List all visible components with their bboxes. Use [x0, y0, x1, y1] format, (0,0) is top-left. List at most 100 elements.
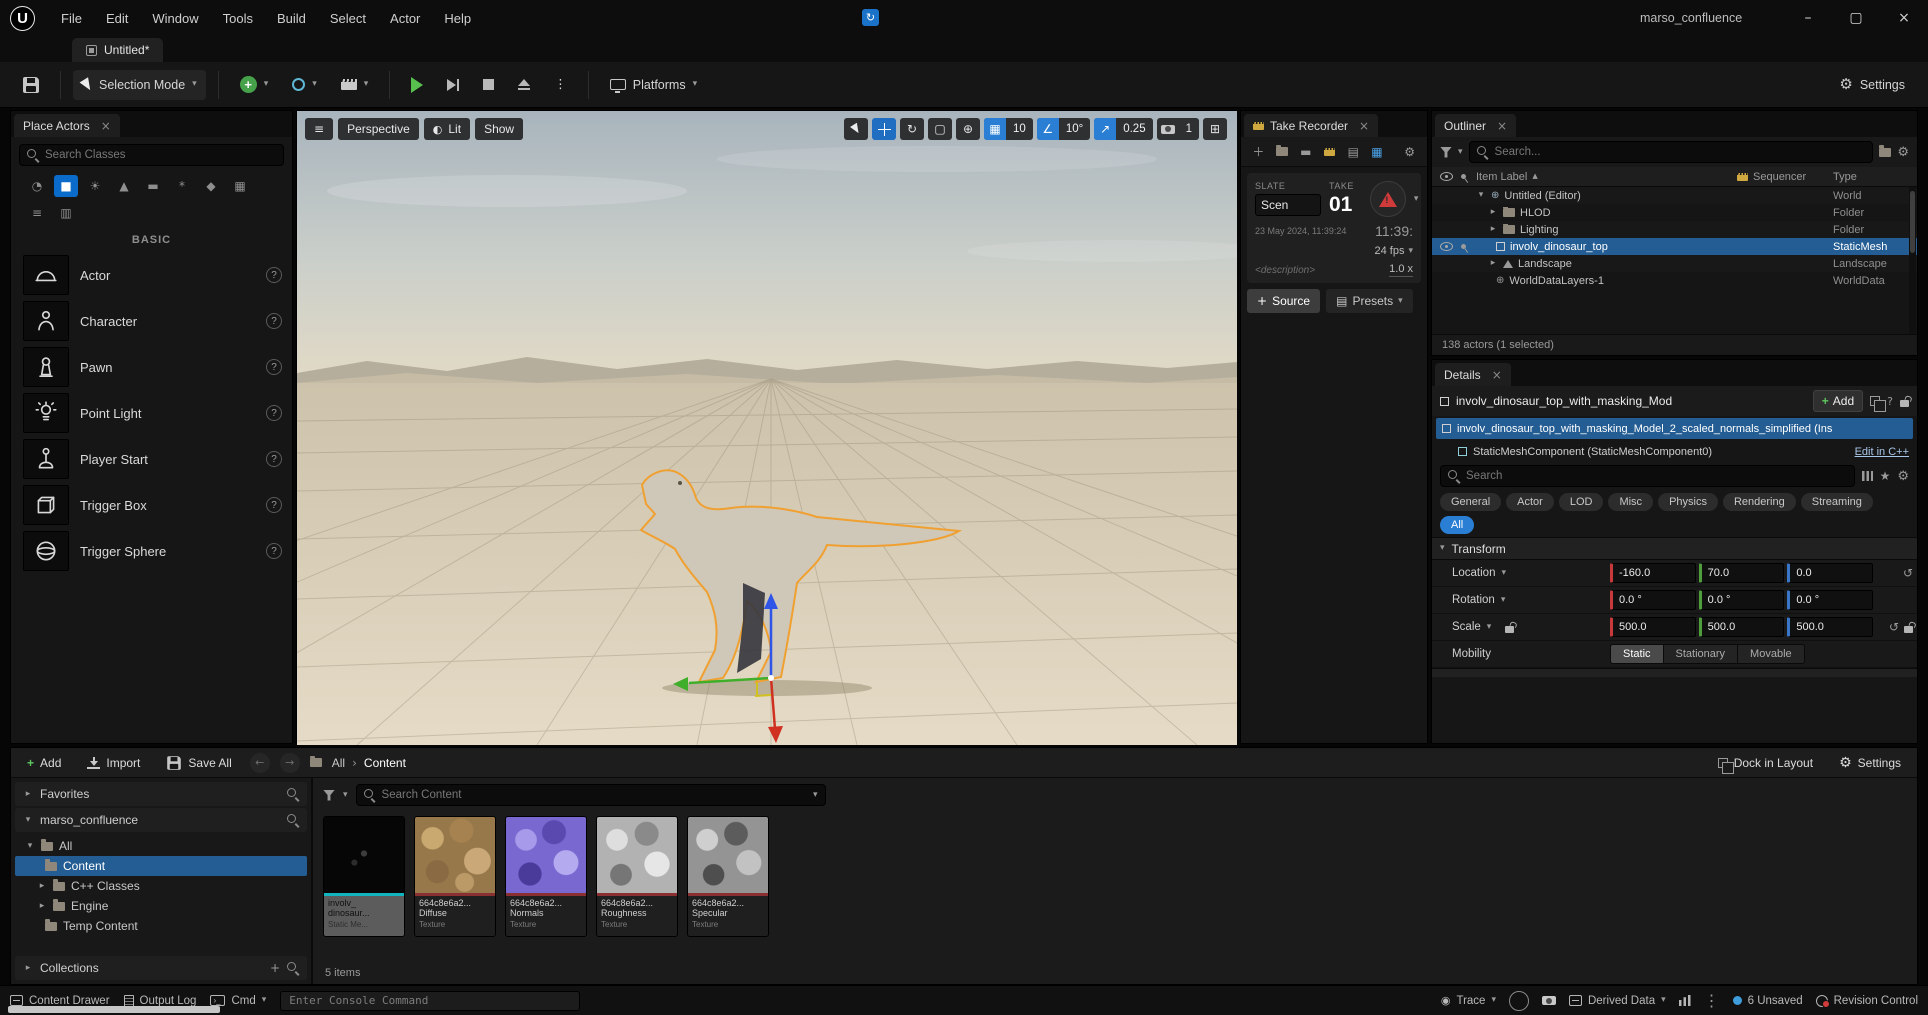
outliner-row-dinosaur[interactable]: involv_dinosaur_top StaticMesh [1432, 238, 1917, 255]
place-actor-item-player-start[interactable]: Player Start ? [11, 436, 292, 482]
category-lights-icon[interactable]: ☀ [83, 175, 107, 197]
reset-scale-icon[interactable]: ↺ [1889, 621, 1899, 633]
camera-speed-control[interactable]: 1 [1157, 118, 1199, 140]
insights-icon[interactable] [1679, 995, 1691, 1006]
trace-button[interactable]: ◉ Trace ▾ [1441, 995, 1496, 1007]
outliner-scrollbar[interactable] [1909, 187, 1916, 334]
location-z-field[interactable]: 0.0 [1787, 563, 1873, 583]
dock-in-layout-button[interactable]: Dock in Layout [1710, 751, 1821, 775]
cb-search-input[interactable] [382, 789, 807, 801]
category-volumes-icon[interactable]: ▦ [228, 175, 252, 197]
play-options-button[interactable]: ⋮ [545, 70, 576, 100]
move-tool-button[interactable] [872, 118, 896, 140]
place-actor-item-character[interactable]: Character ? [11, 298, 292, 344]
visibility-eye-icon[interactable] [1440, 242, 1453, 251]
menu-tools[interactable]: Tools [211, 0, 265, 36]
rotate-tool-button[interactable]: ↻ [900, 118, 924, 140]
asset-tile-static-mesh[interactable]: involv_ dinosaur... Static Me... [323, 816, 405, 937]
asset-tile-roughness-texture[interactable]: 664c8e6a2... Roughness Texture [596, 816, 678, 937]
breadcrumb-content[interactable]: Content [364, 756, 406, 770]
cb-import-button[interactable]: Import [79, 751, 148, 775]
mobility-stationary-button[interactable]: Stationary [1664, 644, 1739, 664]
world-local-toggle[interactable]: ⊕ [956, 118, 980, 140]
restore-icon[interactable]: ▢ [1832, 0, 1880, 36]
outliner-tab[interactable]: Outliner × [1435, 114, 1516, 137]
display-filter-icon[interactable] [1862, 471, 1873, 481]
close-icon[interactable]: × [1880, 0, 1928, 36]
screenshot-icon[interactable] [1509, 991, 1529, 1011]
stop-button[interactable] [474, 70, 503, 100]
outliner-search-input[interactable] [1495, 146, 1866, 158]
tree-all[interactable]: ▾ All [15, 836, 307, 856]
place-actor-item-point-light[interactable]: Point Light ? [11, 390, 292, 436]
fps-value[interactable]: 24 fps [1375, 245, 1405, 257]
filter-general[interactable]: General [1440, 493, 1501, 511]
cinematics-button[interactable]: ▾ [332, 70, 378, 100]
help-icon[interactable]: ? [266, 405, 282, 421]
save-button[interactable] [14, 70, 48, 100]
filter-streaming[interactable]: Streaming [1801, 493, 1873, 511]
viewport-options-button[interactable]: ≡ [305, 118, 333, 140]
content-drawer-button[interactable]: Content Drawer [10, 995, 110, 1007]
chevron-down-icon[interactable]: ▾ [1414, 195, 1419, 204]
maximize-viewport-button[interactable]: ⊞ [1203, 118, 1227, 140]
menu-file[interactable]: File [49, 0, 94, 36]
add-actor-button[interactable]: + ▾ [231, 70, 278, 100]
play-button[interactable] [402, 70, 432, 100]
record-button[interactable] [1370, 181, 1406, 217]
grid-snap-control[interactable]: ▦ 10 [984, 118, 1033, 140]
outliner-row-landscape[interactable]: ▸Landscape Landscape [1432, 255, 1917, 272]
gizmo-origin[interactable] [768, 675, 774, 681]
new-folder-icon[interactable] [1879, 148, 1891, 157]
asset-tile-specular-texture[interactable]: 664c8e6a2... Specular Texture [687, 816, 769, 937]
select-tool-button[interactable] [844, 118, 868, 140]
tree-cpp-classes[interactable]: ▸ C++ Classes [15, 876, 307, 896]
history-back-icon[interactable]: ← [250, 753, 270, 773]
scale-property-dropdown[interactable]: Scale ▾ [1432, 621, 1610, 633]
place-actor-item-trigger-box[interactable]: Trigger Box ? [11, 482, 292, 528]
frame-skip-button[interactable] [438, 70, 468, 100]
location-y-field[interactable]: 70.0 [1699, 563, 1785, 583]
help-icon[interactable]: ? [266, 497, 282, 513]
location-x-field[interactable]: -160.0 [1610, 563, 1696, 583]
viewport-scene[interactable] [297, 111, 1237, 745]
gear-icon[interactable]: ⚙ [1897, 146, 1909, 159]
place-actor-item-actor[interactable]: Actor ? [11, 252, 292, 298]
browse-takes-icon[interactable] [1275, 143, 1290, 161]
list-view-icon[interactable]: ▦ [1370, 143, 1385, 161]
chevron-down-icon[interactable]: ▾ [1458, 148, 1463, 157]
layers-icon[interactable]: ▤ [1346, 143, 1361, 161]
expander-icon[interactable]: ▸ [1488, 259, 1498, 268]
mobility-static-button[interactable]: Static [1610, 644, 1664, 664]
location-property-dropdown[interactable]: Location ▾ [1432, 567, 1610, 579]
category-geometry-icon[interactable]: ◆ [199, 175, 223, 197]
unreal-logo-icon[interactable]: U [10, 6, 35, 31]
rotation-snap-control[interactable]: ∠ 10° [1037, 118, 1090, 140]
tab-untitled-level[interactable]: Untitled* [72, 38, 163, 62]
scale-lock-icon[interactable] [1904, 626, 1913, 633]
rotation-z-field[interactable]: 0.0 ° [1787, 590, 1873, 610]
transform-section-header[interactable]: ▾ Transform [1432, 537, 1917, 560]
help-icon[interactable]: ? [266, 267, 282, 283]
uniform-scale-lock-icon[interactable] [1505, 626, 1514, 633]
chevron-down-icon[interactable]: ▾ [1408, 247, 1413, 256]
revision-control-button[interactable]: Revision Control [1816, 995, 1918, 1007]
expander-icon[interactable]: ▾ [1476, 191, 1486, 200]
scale-y-field[interactable]: 500.0 [1699, 617, 1785, 637]
cb-save-all-button[interactable]: Save All [158, 751, 239, 775]
place-actors-search-input[interactable] [45, 149, 276, 161]
scale-z-field[interactable]: 500.0 [1787, 617, 1873, 637]
cmd-dropdown[interactable]: Cmd ▾ [210, 995, 266, 1007]
help-icon[interactable]: ? [266, 359, 282, 375]
category-shapes-icon[interactable]: ▲ [112, 175, 136, 197]
filter-actor[interactable]: Actor [1506, 493, 1554, 511]
expander-icon[interactable]: ▸ [1488, 225, 1498, 234]
favorites-section[interactable]: ▸ Favorites [15, 782, 307, 806]
outliner-row-lighting[interactable]: ▸Lighting Folder [1432, 221, 1917, 238]
search-icon[interactable] [287, 788, 299, 800]
perspective-dropdown[interactable]: Perspective [338, 118, 419, 140]
asset-tile-normals-texture[interactable]: 664c8e6a2... Normals Texture [505, 816, 587, 937]
rotation-x-field[interactable]: 0.0 ° [1610, 590, 1696, 610]
history-forward-icon[interactable]: → [280, 753, 300, 773]
tree-engine[interactable]: ▸ Engine [15, 896, 307, 916]
